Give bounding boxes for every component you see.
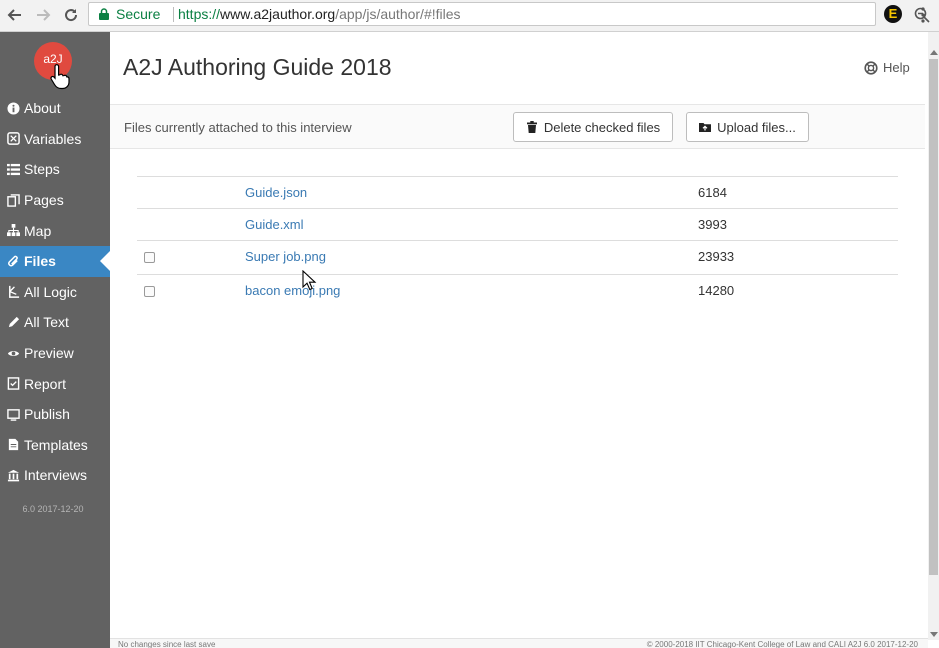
- table-row: Super job.png 23933: [137, 240, 898, 274]
- sidebar-item-interviews[interactable]: Interviews: [0, 460, 110, 491]
- scroll-down-arrow[interactable]: [930, 632, 938, 637]
- sidebar-item-files[interactable]: Files: [0, 245, 111, 277]
- sidebar-item-label: About: [24, 100, 61, 117]
- sidebar-item-label: Files: [24, 253, 56, 270]
- reload-icon: [65, 9, 78, 22]
- sidebar-item-variables[interactable]: Variables: [0, 124, 110, 155]
- delete-checked-files-button[interactable]: Delete checked files: [513, 112, 673, 142]
- url-path: /app/js/author/#!files: [335, 6, 461, 22]
- url-scheme: https://: [178, 6, 221, 22]
- page-title: A2J Authoring Guide 2018: [123, 54, 392, 80]
- file-checkbox[interactable]: [144, 252, 155, 263]
- logic-icon: [6, 285, 20, 299]
- sidebar-item-preview[interactable]: Preview: [0, 338, 110, 369]
- kebab-menu-icon[interactable]: [917, 6, 929, 24]
- publish-icon: [6, 407, 20, 421]
- file-name-link[interactable]: Guide.xml: [245, 217, 304, 232]
- file-size: 6184: [698, 185, 727, 200]
- version-label: 6.0 2017-12-20: [22, 504, 84, 514]
- file-name-link[interactable]: bacon emoji.png: [245, 283, 340, 298]
- bank-icon: [6, 468, 20, 482]
- help-label: Help: [883, 60, 910, 75]
- folder-upload-icon: [699, 123, 712, 132]
- sidebar-item-label: Preview: [24, 345, 74, 362]
- address-separator: [173, 7, 174, 22]
- sidebar-item-label: Report: [24, 375, 67, 392]
- help-link[interactable]: Help: [864, 60, 910, 75]
- sidebar-item-label: All Logic: [24, 283, 77, 300]
- sidebar-item-about[interactable]: About: [0, 93, 110, 124]
- file-size: 3993: [698, 217, 727, 232]
- extension-icon[interactable]: E: [884, 5, 902, 23]
- sidebar-item-label: Steps: [24, 161, 60, 178]
- life-ring-icon: [864, 60, 878, 75]
- main-panel: A2J Authoring Guide 2018 Help Files curr…: [110, 32, 928, 640]
- table-row: bacon emoji.png 14280: [137, 274, 898, 308]
- back-button[interactable]: [4, 4, 26, 26]
- sidebar-item-map[interactable]: Map: [0, 215, 110, 246]
- variables-icon: [6, 132, 20, 146]
- files-description: Files currently attached to this intervi…: [124, 120, 352, 135]
- pencil-icon: [6, 315, 20, 329]
- template-icon: [6, 438, 20, 452]
- arrow-left-icon: [7, 9, 21, 21]
- sidebar-item-label: Variables: [24, 130, 82, 147]
- lock-icon: [99, 8, 109, 20]
- hand-pointer-icon: [50, 64, 70, 90]
- scroll-thumb[interactable]: [929, 59, 938, 575]
- secure-label: Secure: [116, 6, 161, 22]
- sidebar-item-report[interactable]: Report: [0, 368, 110, 399]
- table-row: Guide.xml 3993: [137, 208, 898, 240]
- sidebar-item-pages[interactable]: Pages: [0, 185, 110, 216]
- sidebar-item-label: Templates: [24, 436, 88, 453]
- pages-icon: [6, 193, 20, 207]
- eye-icon: [6, 346, 20, 360]
- delete-button-label: Delete checked files: [543, 119, 661, 135]
- browser-toolbar: Secure https://www.a2jauthor.org/app/js/…: [0, 0, 939, 32]
- url-text: https://www.a2jauthor.org/app/js/author/…: [178, 6, 461, 22]
- sidebar-item-publish[interactable]: Publish: [0, 399, 110, 430]
- file-size: 14280: [698, 283, 735, 298]
- list-icon: [6, 162, 20, 176]
- status-footer: No changes since last save © 2000-2018 I…: [110, 638, 928, 648]
- reload-button[interactable]: [60, 4, 82, 26]
- scroll-up-arrow[interactable]: [930, 50, 938, 55]
- sidebar-nav: About Variables Steps Pages Map Files Al…: [0, 93, 111, 491]
- sidebar-item-templates[interactable]: Templates: [0, 430, 110, 461]
- upload-button-label: Upload files...: [717, 119, 796, 135]
- sidebar-item-label: Publish: [24, 406, 70, 423]
- save-status: No changes since last save: [118, 640, 216, 648]
- file-name-link[interactable]: Super job.png: [245, 249, 326, 264]
- sidebar-item-all-text[interactable]: All Text: [0, 307, 110, 338]
- sidebar-item-all-logic[interactable]: All Logic: [0, 277, 110, 308]
- arrow-right-icon: [37, 9, 51, 21]
- sidebar-item-label: Map: [24, 222, 52, 239]
- forward-button[interactable]: [32, 4, 54, 26]
- file-name-link[interactable]: Guide.json: [245, 185, 307, 200]
- table-row: Guide.json 6184: [137, 176, 898, 208]
- file-checkbox[interactable]: [144, 286, 155, 297]
- sidebar-item-label: Interviews: [24, 467, 88, 484]
- report-icon: [6, 377, 20, 391]
- files-toolbar: Files currently attached to this intervi…: [110, 104, 925, 149]
- files-table: Guide.json 6184 Guide.xml 3993 Super job…: [137, 176, 898, 308]
- paperclip-icon: [6, 254, 20, 268]
- url-host: www.a2jauthor.org: [220, 6, 336, 22]
- info-icon: [6, 101, 20, 115]
- mouse-cursor-icon: [302, 270, 317, 291]
- address-bar[interactable]: Secure https://www.a2jauthor.org/app/js/…: [88, 2, 930, 26]
- sidebar: a2J About Variables Steps Pages Map File…: [0, 32, 111, 648]
- page-scrollbar[interactable]: [928, 32, 939, 640]
- sidebar-item-steps[interactable]: Steps: [0, 154, 110, 185]
- trash-icon: [526, 121, 537, 133]
- sidebar-item-label: All Text: [24, 314, 69, 331]
- sidebar-item-label: Pages: [24, 192, 64, 209]
- copyright-text: © 2000-2018 IIT Chicago-Kent College of …: [646, 640, 918, 648]
- upload-files-button[interactable]: Upload files...: [686, 112, 809, 142]
- file-size: 23933: [698, 249, 735, 264]
- sitemap-icon: [6, 224, 20, 238]
